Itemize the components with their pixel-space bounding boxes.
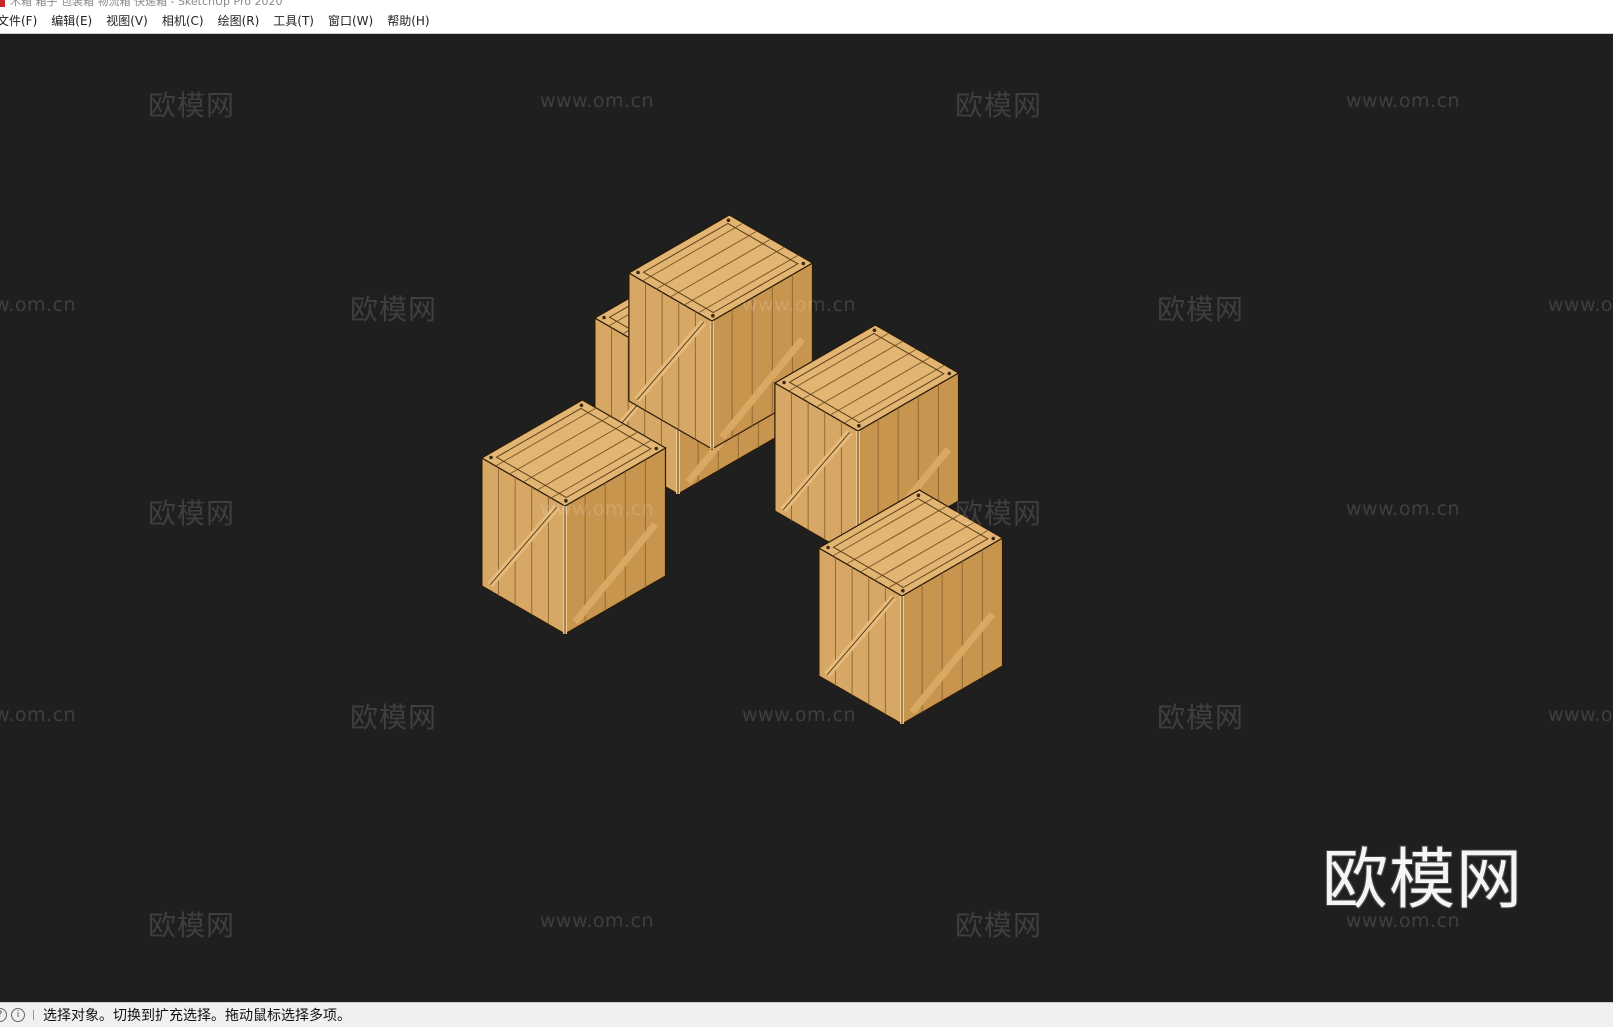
nail-head — [947, 371, 952, 376]
nail-head — [872, 328, 877, 333]
watermark-url: www.om.cn — [540, 910, 655, 932]
nail-head — [636, 270, 640, 275]
watermark-url: www.om.cn — [540, 90, 655, 112]
nail-head — [654, 446, 659, 451]
watermark-url: www.om.cn — [1346, 90, 1461, 112]
watermark-url: www.om.cn — [742, 294, 857, 316]
menu-draw[interactable]: 绘图(R) — [211, 9, 267, 33]
sketchup-app-icon — [0, 0, 5, 7]
watermark-cn: 欧模网 — [350, 293, 438, 326]
title-bar: 木箱 箱子 包装箱 物流箱 快递箱 - SketchUp Pro 2020 — [0, 0, 1613, 9]
menu-window[interactable]: 窗口(W) — [321, 9, 380, 33]
status-separator — [33, 1010, 34, 1020]
menu-bar: 文件(F) 编辑(E) 视图(V) 相机(C) 绘图(R) 工具(T) 窗口(W… — [0, 9, 1613, 34]
nail-head — [801, 261, 806, 266]
nail-head — [602, 315, 606, 320]
menu-edit[interactable]: 编辑(E) — [44, 9, 99, 33]
nail-head — [857, 423, 861, 428]
watermark-url: www.om.cn — [0, 294, 77, 316]
watermark-url: www.om.cn — [1548, 294, 1613, 316]
nail-head — [782, 380, 786, 385]
nail-head — [711, 313, 715, 318]
watermark-url: www.om.cn — [1548, 704, 1613, 726]
watermark-cn: 欧模网 — [148, 497, 236, 530]
status-message: 选择对象。切换到扩充选择。拖动鼠标选择多项。 — [43, 1008, 351, 1024]
window-title: 木箱 箱子 包装箱 物流箱 快递箱 - SketchUp Pro 2020 — [10, 0, 283, 8]
status-bar: ? i 选择对象。切换到扩充选择。拖动鼠标选择多项。 — [0, 1002, 1613, 1027]
menu-view[interactable]: 视图(V) — [99, 9, 155, 33]
info-icon[interactable]: i — [11, 1008, 25, 1022]
watermark-cn: 欧模网 — [148, 89, 236, 122]
watermark-cn: 欧模网 — [148, 909, 236, 942]
om-logo: 欧模网 — [1322, 841, 1523, 918]
watermark-cn: 欧模网 — [1157, 701, 1245, 734]
watermark-cn: 欧模网 — [955, 497, 1043, 530]
watermark-url: www.om.cn — [742, 704, 857, 726]
nail-head — [826, 545, 830, 550]
watermark-cn: 欧模网 — [350, 701, 438, 734]
menu-camera[interactable]: 相机(C) — [155, 9, 211, 33]
nail-head — [579, 403, 584, 408]
menu-file[interactable]: 文件(F) — [0, 9, 44, 33]
nail-head — [901, 588, 905, 593]
watermark-url: www.om.cn — [1346, 498, 1461, 520]
menu-tools[interactable]: 工具(T) — [266, 9, 321, 33]
model-viewport[interactable]: 欧模网 www.om.cn 欧模网 www.om.cn www.om.cn 欧模… — [0, 34, 1613, 1002]
nail-head — [916, 493, 921, 498]
watermark-cn: 欧模网 — [955, 909, 1043, 942]
menu-help[interactable]: 帮助(H) — [380, 9, 436, 33]
nail-head — [991, 536, 996, 541]
watermark-url: www.om.cn — [0, 704, 77, 726]
nail-head — [489, 455, 493, 460]
watermark-cn: 欧模网 — [1157, 293, 1245, 326]
watermark-cn: 欧模网 — [955, 89, 1043, 122]
nail-head — [726, 218, 731, 223]
watermark-url: www.om.cn — [540, 498, 655, 520]
geo-location-icon[interactable]: ? — [0, 1008, 7, 1022]
sketchup-window: 木箱 箱子 包装箱 物流箱 快递箱 - SketchUp Pro 2020 文件… — [0, 0, 1613, 1027]
